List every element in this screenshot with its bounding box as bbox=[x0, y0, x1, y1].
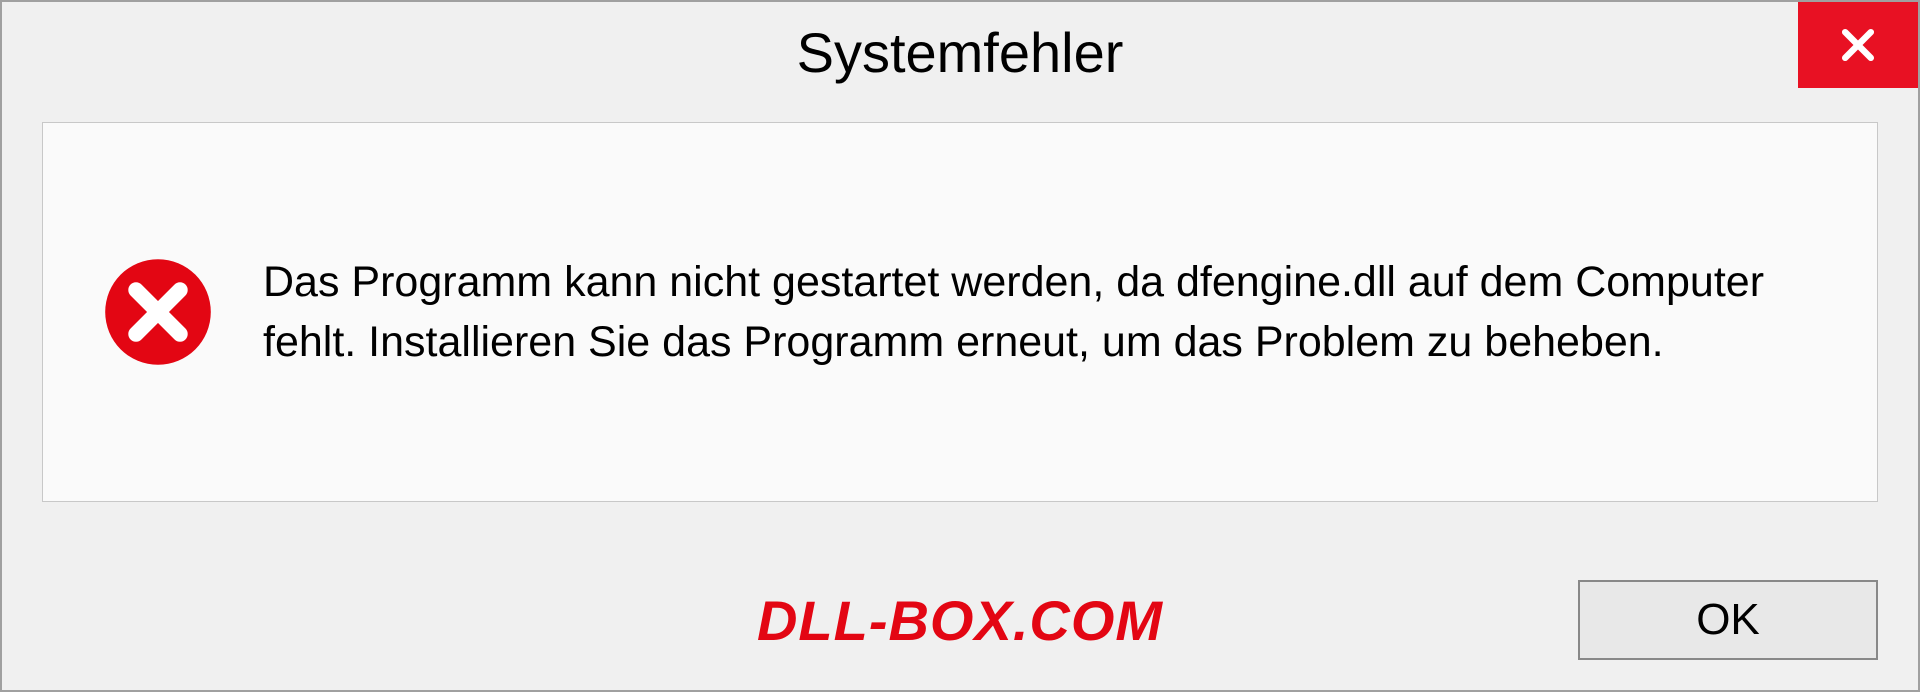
titlebar: Systemfehler bbox=[2, 2, 1918, 102]
error-icon bbox=[103, 257, 213, 367]
dialog-footer: DLL-BOX.COM OK bbox=[42, 580, 1878, 660]
close-button[interactable] bbox=[1798, 2, 1918, 88]
watermark-text: DLL-BOX.COM bbox=[757, 588, 1163, 653]
error-dialog: Systemfehler Das Programm kann nicht ges… bbox=[0, 0, 1920, 692]
dialog-title: Systemfehler bbox=[797, 20, 1124, 85]
close-icon bbox=[1836, 23, 1880, 67]
ok-button[interactable]: OK bbox=[1578, 580, 1878, 660]
error-message: Das Programm kann nicht gestartet werden… bbox=[263, 252, 1817, 372]
dialog-content: Das Programm kann nicht gestartet werden… bbox=[42, 122, 1878, 502]
